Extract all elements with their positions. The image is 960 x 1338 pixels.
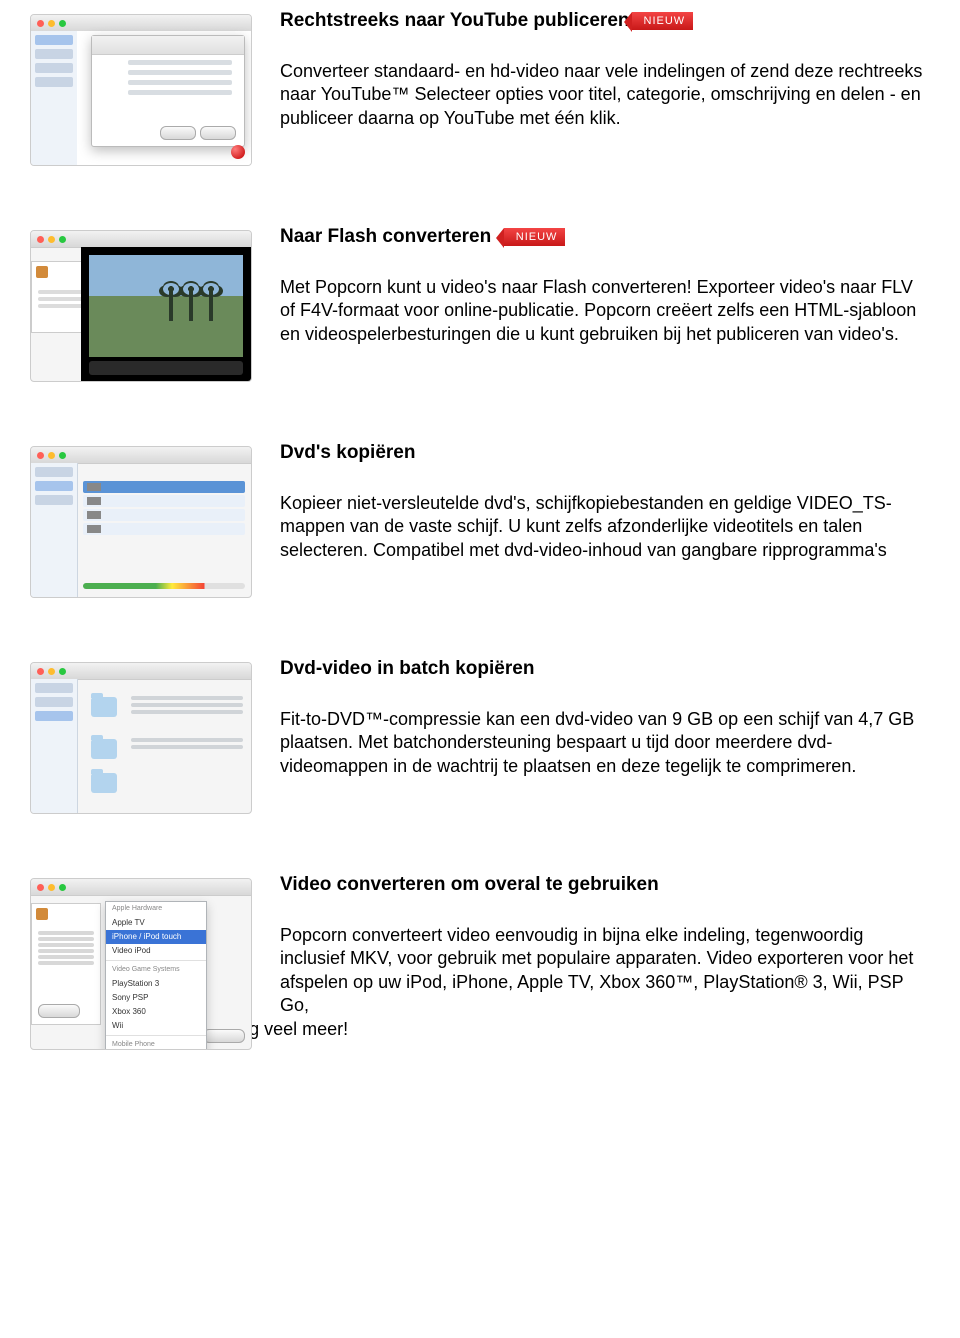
feature-body: Converteer standaard- en hd-video naar v…	[280, 60, 930, 130]
feature-body: Fit-to-DVD™-compressie kan een dvd-video…	[280, 708, 930, 778]
feature-heading: Video converteren om overal te gebruiken	[280, 874, 930, 896]
new-badge: NIEUW	[632, 12, 694, 30]
feature-heading: Dvd's kopiëren	[280, 442, 930, 464]
feature-heading: Dvd-video in batch kopiëren	[280, 658, 930, 680]
feature-section: Dvd-video in batch kopiëren Fit-to-DVD™-…	[0, 648, 960, 864]
feature-section: Dvd's kopiëren Kopieer niet-versleutelde…	[0, 432, 960, 648]
feature-heading: Rechtstreeks naar YouTube publicerenNIEU…	[280, 10, 930, 32]
thumbnail-video-convert: Apple Hardware Apple TV iPhone / iPod to…	[30, 878, 250, 1050]
thumbnail-batch-copy	[30, 662, 250, 814]
thumbnail-youtube-publish	[30, 14, 250, 166]
feature-heading: Naar Flash converteren NIEUW	[280, 226, 930, 248]
format-menu: Apple Hardware Apple TV iPhone / iPod to…	[105, 901, 207, 1050]
feature-body: Popcorn converteert video eenvoudig in b…	[280, 924, 930, 1018]
feature-body: Met Popcorn kunt u video's naar Flash co…	[280, 276, 930, 346]
thumbnail-dvd-copy	[30, 446, 250, 598]
feature-section: Rechtstreeks naar YouTube publicerenNIEU…	[0, 0, 960, 216]
feature-section: Naar Flash converteren NIEUW Met Popcorn…	[0, 216, 960, 432]
thumbnail-flash-convert	[30, 230, 250, 382]
new-badge: NIEUW	[504, 228, 566, 246]
feature-body: Kopieer niet-versleutelde dvd's, schijfk…	[280, 492, 930, 562]
